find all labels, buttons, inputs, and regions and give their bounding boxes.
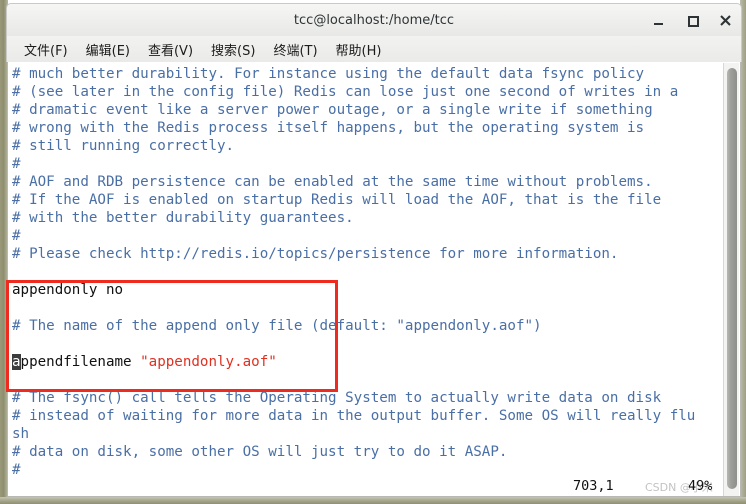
terminal-body[interactable]: # much better durability. For instance u… [7,62,741,497]
terminal-line: # [12,461,718,479]
maximize-icon[interactable] [685,13,700,28]
terminal-line: # wrong with the Redis process itself ha… [12,119,718,137]
terminal-line: # [12,227,718,245]
terminal-segment [12,372,21,388]
terminal-line: # The fsync() call tells the Operating S… [12,389,718,407]
terminal-line: # AOF and RDB persistence can be enabled… [12,173,718,191]
title-bar[interactable]: tcc@localhost:/home/tcc [6,3,742,36]
terminal-line: # still running correctly. [12,137,718,155]
cursor-position-status: 703,1 [573,478,614,494]
terminal-line: # dramatic event like a server power out… [12,101,718,119]
menu-item-edit[interactable]: 编辑(E) [77,38,139,61]
terminal-line [12,371,718,389]
terminal-segment [12,300,21,316]
terminal-line: # The name of the append only file (defa… [12,317,718,335]
terminal-line: # If the AOF is enabled on startup Redis… [12,191,718,209]
terminal-segment [12,264,21,280]
terminal-segment: # dramatic event like a server power out… [12,102,653,118]
terminal-segment: # (see later in the config file) Redis c… [12,84,679,100]
menu-bar: 文件(F) 编辑(E) 查看(V) 搜索(S) 终端(T) 帮助(H) [6,36,742,62]
terminal-line: # [12,155,718,173]
terminal-segment: # data on disk, some other OS will just … [12,444,508,460]
terminal-line: # Please check http://redis.io/topics/pe… [12,245,718,263]
terminal-segment: # The fsync() call tells the Operating S… [12,390,662,406]
terminal-line: # instead of waiting for more data in th… [12,407,718,425]
terminal-segment: ppendfilename [20,354,141,370]
terminal-segment: # [12,228,21,244]
window-controls [652,4,733,37]
terminal-line [12,263,718,281]
terminal-segment: # wrong with the Redis process itself ha… [12,120,645,136]
terminal-segment: # If the AOF is enabled on startup Redis… [12,192,662,208]
terminal-segment: # [12,156,21,172]
terminal-scrollbar[interactable] [723,63,739,496]
terminal-segment: appendonly no [12,282,124,298]
menu-item-terminal[interactable]: 终端(T) [264,38,326,61]
terminal-segment: # still running correctly. [12,138,235,154]
terminal-line: sh [12,425,718,443]
menu-item-help[interactable]: 帮助(H) [327,38,391,61]
window-bottom-border [0,497,746,504]
terminal-line: # (see later in the config file) Redis c… [12,83,718,101]
terminal-segment: # instead of waiting for more data in th… [12,408,696,424]
terminal-segment: "appendonly.aof" [140,354,277,370]
terminal-segment: # much better durability. For instance u… [12,66,645,82]
terminal-line: # data on disk, some other OS will just … [12,443,718,461]
menu-item-search[interactable]: 搜索(S) [202,38,264,61]
terminal-line [12,335,718,353]
menu-item-view[interactable]: 查看(V) [139,38,202,61]
terminal-segment: # AOF and RDB persistence can be enabled… [12,174,653,190]
close-icon[interactable] [718,13,733,28]
terminal-line: # much better durability. For instance u… [12,65,718,83]
minimize-icon[interactable] [652,13,667,28]
window-title: tcc@localhost:/home/tcc [293,13,455,28]
text-cursor: a [12,354,21,370]
terminal-text: # much better durability. For instance u… [12,65,718,479]
terminal-segment: sh [12,426,30,442]
terminal-segment: # [12,462,21,478]
terminal-line: appendonly no [12,281,718,299]
terminal-window: tcc@localhost:/home/tcc 文件(F) 编辑(E) 查看(V… [0,0,746,504]
file-percent-status: 49% [688,478,713,494]
terminal-line [12,299,718,317]
scrollbar-thumb[interactable] [727,68,737,489]
terminal-segment: # with the better durability guarantees. [12,210,354,226]
terminal-line: appendfilename "appendonly.aof" [12,353,718,371]
terminal-segment: # The name of the append only file (defa… [12,318,542,334]
menu-item-file[interactable]: 文件(F) [15,38,77,61]
terminal-line: # with the better durability guarantees. [12,209,718,227]
terminal-segment [12,336,21,352]
terminal-segment: # Please check http://redis.io/topics/pe… [12,246,619,262]
